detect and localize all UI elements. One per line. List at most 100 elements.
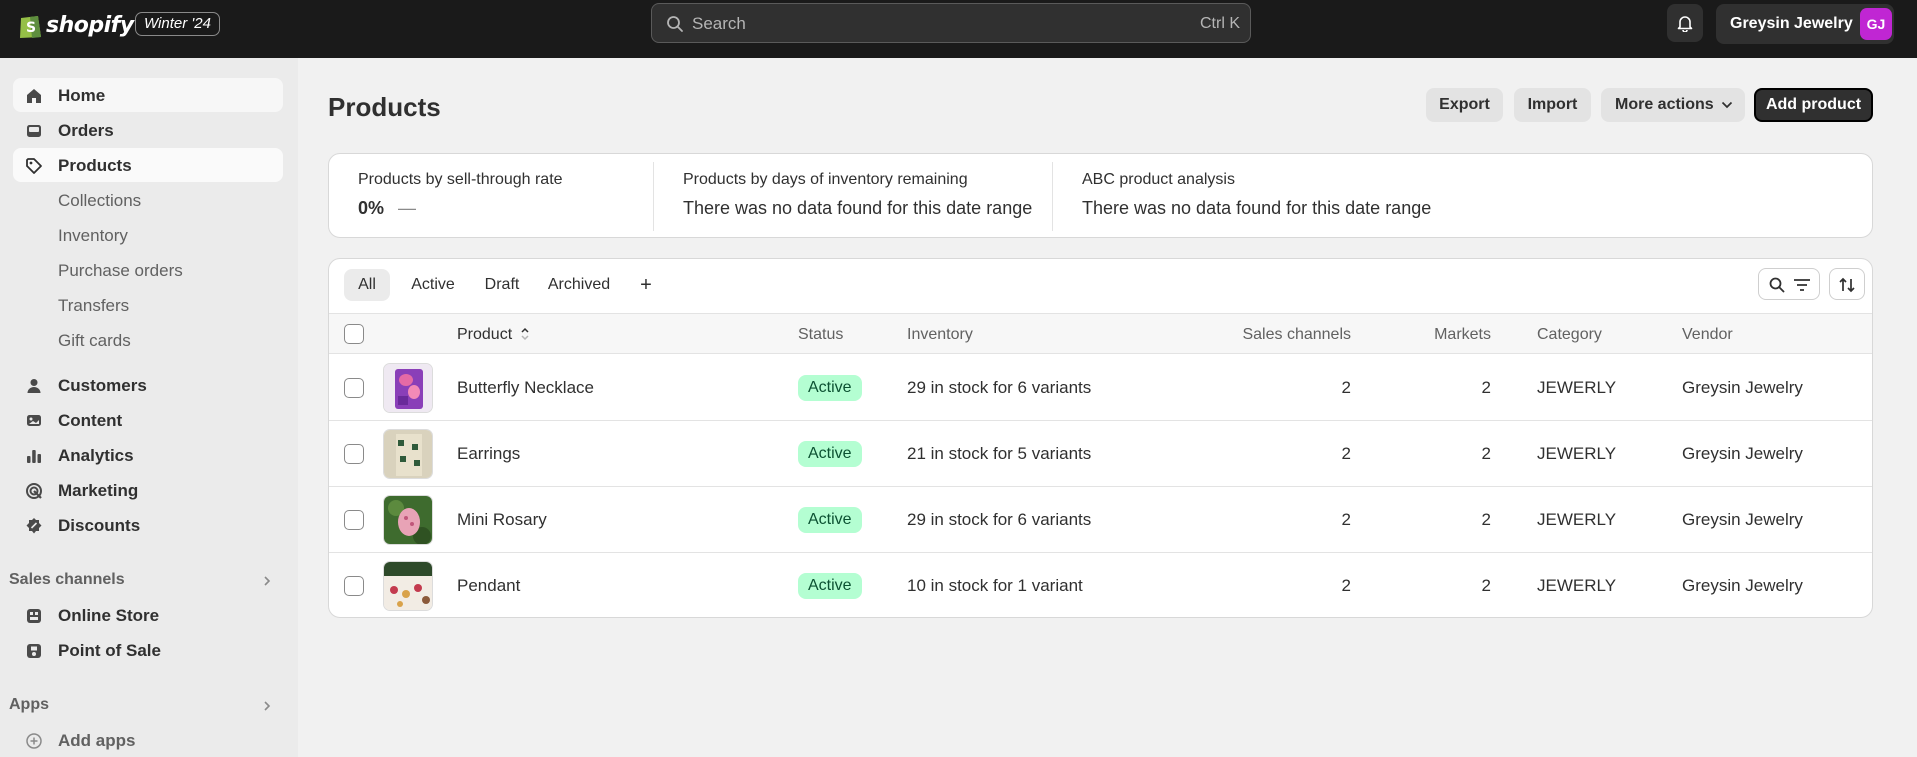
- table-header: Product Status Inventory Sales channels …: [329, 313, 1872, 354]
- shopify-logo[interactable]: S shopify: [18, 10, 134, 40]
- search-placeholder: Search: [692, 14, 746, 33]
- sidebar-item-add-apps[interactable]: Add apps: [13, 723, 283, 757]
- sidebar-item-orders[interactable]: Orders: [13, 113, 283, 147]
- table-row[interactable]: Mini Rosary Active 29 in stock for 6 var…: [329, 487, 1872, 553]
- markets-cell: 2: [1481, 510, 1491, 529]
- pos-icon: [27, 644, 41, 658]
- row-checkbox[interactable]: [344, 378, 364, 398]
- bar-chart-icon: [27, 450, 41, 463]
- sales-channels-cell: 2: [1341, 378, 1351, 397]
- row-checkbox[interactable]: [344, 510, 364, 530]
- sidebar-subitem-purchase-orders[interactable]: Purchase orders: [58, 261, 183, 281]
- tab-archived[interactable]: Archived: [539, 269, 619, 301]
- sidebar-subitem-gift-cards[interactable]: Gift cards: [58, 331, 131, 351]
- search-icon: [1769, 277, 1785, 293]
- product-name-link[interactable]: Mini Rosary: [457, 510, 547, 530]
- more-actions-button[interactable]: More actions: [1601, 88, 1745, 122]
- product-thumbnail[interactable]: [383, 429, 433, 479]
- add-product-button[interactable]: Add product: [1754, 88, 1873, 122]
- export-button[interactable]: Export: [1426, 88, 1503, 122]
- sidebar-item-point-of-sale[interactable]: Point of Sale: [13, 633, 283, 667]
- product-thumbnail[interactable]: [383, 495, 433, 545]
- product-image-butterfly-necklace: [384, 364, 432, 412]
- markets-cell: 2: [1481, 444, 1491, 463]
- products-table-card: All Active Draft Archived + Product Stat…: [328, 258, 1873, 618]
- sidebar-item-content[interactable]: Content: [13, 403, 283, 437]
- sales-channels-heading[interactable]: Sales channels: [9, 571, 125, 589]
- column-header-status[interactable]: Status: [798, 326, 843, 344]
- product-image-mini-rosary: [384, 496, 432, 544]
- sidebar-subitem-collections[interactable]: Collections: [58, 191, 141, 211]
- sidebar-item-label: Online Store: [58, 606, 160, 625]
- status-badge: Active: [798, 573, 862, 599]
- tab-draft[interactable]: Draft: [476, 269, 528, 301]
- sidebar-item-marketing[interactable]: Marketing: [13, 473, 283, 507]
- vendor-cell: Greysin Jewelry: [1682, 444, 1803, 463]
- product-thumbnail[interactable]: [383, 561, 433, 611]
- category-cell: JEWERLY: [1537, 576, 1617, 595]
- column-header-inventory[interactable]: Inventory: [907, 326, 973, 344]
- apps-heading[interactable]: Apps: [9, 696, 49, 714]
- sidebar-item-home[interactable]: Home: [13, 78, 283, 112]
- chevron-right-icon[interactable]: [262, 574, 272, 588]
- select-all-checkbox[interactable]: [344, 324, 364, 344]
- svg-text:S: S: [26, 20, 36, 36]
- vendor-cell: Greysin Jewelry: [1682, 510, 1803, 529]
- column-header-markets[interactable]: Markets: [1419, 326, 1491, 344]
- sidebar-item-label: Marketing: [58, 481, 139, 500]
- sales-channels-cell: 2: [1341, 444, 1351, 463]
- inventory-cell: 10 in stock for 1 variant: [907, 576, 1083, 595]
- import-button[interactable]: Import: [1514, 88, 1591, 122]
- product-thumbnail[interactable]: [383, 363, 433, 413]
- sidebar-item-customers[interactable]: Customers: [13, 368, 283, 402]
- add-view-button[interactable]: +: [629, 269, 663, 301]
- sidebar-item-products[interactable]: Products: [13, 148, 283, 182]
- sidebar-item-label: Analytics: [58, 446, 134, 465]
- table-row[interactable]: Earrings Active 21 in stock for 5 varian…: [329, 421, 1872, 487]
- metric-title: ABC product analysis: [1082, 171, 1235, 188]
- sidebar-item-label: Products: [58, 156, 132, 175]
- product-image-pendant: [384, 562, 432, 610]
- sidebar-item-online-store[interactable]: Online Store: [13, 598, 283, 632]
- edition-badge[interactable]: Winter '24: [135, 12, 220, 36]
- sort-button[interactable]: [1829, 268, 1865, 300]
- metric-trend-dash: —: [398, 198, 416, 218]
- notifications-button[interactable]: [1667, 4, 1703, 42]
- vendor-cell: Greysin Jewelry: [1682, 378, 1803, 397]
- table-row[interactable]: Butterfly Necklace Active 29 in stock fo…: [329, 355, 1872, 421]
- column-header-category[interactable]: Category: [1537, 326, 1602, 344]
- top-bar: S shopify Winter '24 Search Ctrl K Greys…: [0, 0, 1917, 58]
- metric-value: There was no data found for this date ra…: [1082, 198, 1432, 218]
- sidebar-subitem-transfers[interactable]: Transfers: [58, 296, 129, 316]
- sidebar-item-analytics[interactable]: Analytics: [13, 438, 283, 472]
- column-header-sales-channels[interactable]: Sales channels: [1242, 326, 1351, 344]
- metric-title: Products by sell-through rate: [358, 171, 563, 188]
- product-name-link[interactable]: Pendant: [457, 576, 520, 596]
- metric-divider: [1052, 162, 1053, 231]
- sidebar-item-discounts[interactable]: Discounts: [13, 508, 283, 542]
- search-bar[interactable]: Search Ctrl K: [651, 3, 1251, 43]
- sidebar-item-label: Discounts: [58, 516, 141, 535]
- markets-cell: 2: [1481, 378, 1491, 397]
- table-row[interactable]: Pendant Active 10 in stock for 1 variant…: [329, 553, 1872, 617]
- table-body: Butterfly Necklace Active 29 in stock fo…: [329, 355, 1872, 617]
- search-filter-button[interactable]: [1758, 268, 1820, 300]
- tab-active[interactable]: Active: [400, 269, 466, 301]
- shopify-bag-icon: S: [20, 16, 41, 38]
- sidebar: Home Orders Products Collections Invento…: [0, 58, 298, 757]
- target-icon: [26, 483, 42, 499]
- status-badge: Active: [798, 441, 862, 467]
- sales-channels-cell: 2: [1341, 576, 1351, 595]
- row-checkbox[interactable]: [344, 576, 364, 596]
- sidebar-subitem-inventory[interactable]: Inventory: [58, 226, 128, 246]
- store-menu-button[interactable]: Greysin Jewelry GJ: [1716, 4, 1894, 44]
- product-name-link[interactable]: Butterfly Necklace: [457, 378, 594, 398]
- column-label: Product: [457, 326, 513, 343]
- chevron-right-icon[interactable]: [262, 699, 272, 713]
- search-shortcut: Ctrl K: [1200, 15, 1240, 32]
- tab-all[interactable]: All: [344, 269, 390, 301]
- column-header-vendor[interactable]: Vendor: [1682, 326, 1733, 344]
- column-header-product[interactable]: Product: [457, 326, 529, 344]
- product-name-link[interactable]: Earrings: [457, 444, 520, 464]
- row-checkbox[interactable]: [344, 444, 364, 464]
